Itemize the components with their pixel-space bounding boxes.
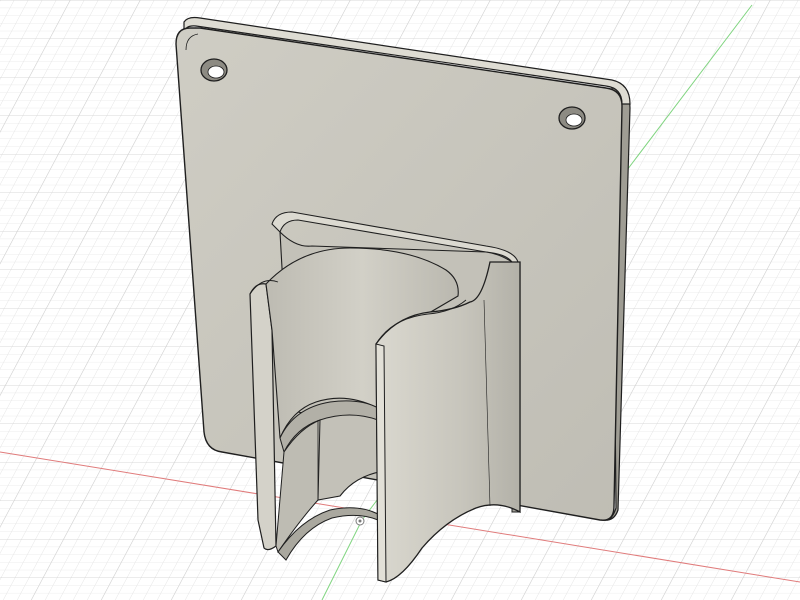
scene-canvas[interactable]: [0, 0, 800, 600]
3d-viewport[interactable]: [0, 0, 800, 600]
mounting-hole-right[interactable]: [558, 106, 586, 130]
origin-icon[interactable]: [355, 516, 365, 526]
mounting-hole-left[interactable]: [200, 58, 228, 82]
